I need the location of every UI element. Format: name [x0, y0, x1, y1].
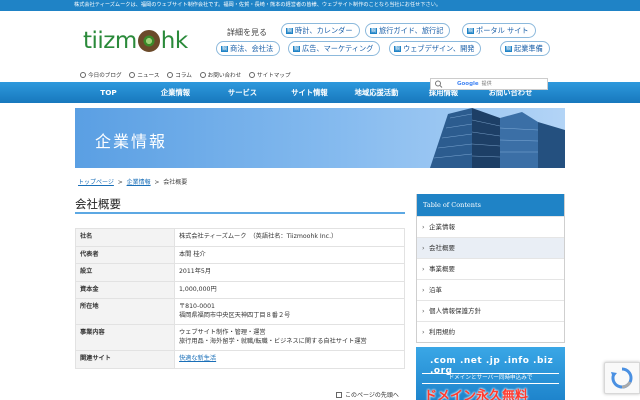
- logo-text-left: tiizm: [83, 28, 137, 54]
- toc-item-terms[interactable]: 利用規約: [417, 321, 564, 343]
- title-underline: [75, 212, 405, 214]
- circle-icon: [80, 72, 86, 78]
- company-info-table: 社名 株式会社ティーズムーク （英語社名：Tiizmoohk Inc.） 代表者…: [75, 228, 405, 369]
- row-key: 関連サイト: [75, 350, 175, 369]
- logo-oo-icon: [137, 30, 160, 52]
- category-button-marketing[interactable]: 鯛広告、マーケティング: [288, 41, 381, 56]
- row-key: 代表者: [75, 245, 175, 264]
- search-suffix: 提供: [481, 81, 492, 87]
- nav-company-info[interactable]: 企業情報: [142, 82, 209, 103]
- circle-icon: [199, 72, 206, 78]
- nav-services[interactable]: サービス: [209, 82, 276, 103]
- sub-navigation: 今日のブログ ニュース コラム お問い合わせ サイトマップ: [80, 71, 297, 79]
- banner-title: 企業情報: [95, 132, 168, 151]
- breadcrumb-separator: >: [154, 179, 160, 186]
- related-site-link[interactable]: 快適な新生活: [179, 355, 216, 362]
- category-button-travel[interactable]: 鯛旅行ガイド、旅行記: [365, 23, 451, 38]
- row-key: 社名: [75, 228, 175, 247]
- toc-item-company-overview[interactable]: 会社概要: [417, 237, 564, 259]
- table-row: 資本金 1,000,000円: [75, 280, 405, 299]
- toc-item-privacy-policy[interactable]: 個人情報保護方針: [417, 300, 564, 322]
- table-row: 社名 株式会社ティーズムーク （英語社名：Tiizmoohk Inc.）: [75, 228, 405, 247]
- recaptcha-badge[interactable]: [604, 362, 640, 394]
- domain-ad-banner[interactable]: .com .net .jp .info .biz .org ドメインとサーバー同…: [416, 347, 565, 400]
- postal-code: 〒810-0001: [179, 303, 215, 310]
- top-info-bar: 株式会社ティーズムークは、福岡のウェブサイト制作会社です。福岡・佐賀・長崎・熊本…: [0, 0, 640, 11]
- row-value: 〒810-0001 福岡県福岡市中央区天神四丁目８番２号: [174, 298, 405, 325]
- page-title: 会社概要: [75, 197, 121, 211]
- table-row: 関連サイト 快適な新生活: [75, 350, 405, 369]
- table-row: 設立 2011年5月: [75, 263, 405, 282]
- back-to-top-link[interactable]: このページの先頭へ: [336, 390, 399, 399]
- subnav-blog[interactable]: 今日のブログ: [80, 72, 122, 79]
- back-to-top-label: このページの先頭へ: [345, 392, 399, 399]
- row-value: 株式会社ティーズムーク （英語社名：Tiizmoohk Inc.）: [174, 228, 405, 247]
- category-tag-icon: 鯛: [293, 46, 301, 52]
- breadcrumb-parent[interactable]: 企業情報: [127, 179, 151, 186]
- row-key: 事業内容: [75, 324, 175, 351]
- site-logo[interactable]: tiizm hk: [83, 26, 188, 56]
- nav-community[interactable]: 地域応援活動: [343, 82, 410, 103]
- row-key: 資本金: [75, 280, 175, 299]
- category-tag-icon: 鯛: [221, 46, 229, 52]
- google-brand: Google: [457, 81, 479, 87]
- nav-site-info[interactable]: サイト情報: [276, 82, 343, 103]
- row-key: 所在地: [75, 298, 175, 325]
- row-value: 本間 桂介: [174, 245, 405, 264]
- table-of-contents: Table of Contents 企業情報 会社概要 事業概要 沿革 個人情報…: [416, 194, 565, 343]
- top-info-text: 株式会社ティーズムークは、福岡のウェブサイト制作会社です。福岡・佐賀・長崎・熊本…: [74, 2, 442, 8]
- toc-item-company-info[interactable]: 企業情報: [417, 216, 564, 238]
- address: 福岡県福岡市中央区天神四丁目８番２号: [179, 311, 291, 319]
- table-row: 代表者 本間 桂介: [75, 245, 405, 264]
- breadcrumb-current: 会社概要: [163, 179, 188, 186]
- row-value: 快適な新生活: [174, 350, 405, 369]
- breadcrumb-separator: >: [117, 179, 123, 186]
- search-input[interactable]: Google 提供: [430, 78, 548, 90]
- category-button-web-design[interactable]: 鯛ウェブデザイン、開発: [389, 41, 482, 56]
- row-value: ウェブサイト制作・管理・運営 旅行用品・海外留学・就職/転職・ビジネスに関する自…: [174, 324, 405, 351]
- circle-icon: [129, 72, 136, 78]
- nav-top[interactable]: TOP: [75, 82, 142, 103]
- checkbox-icon: [336, 392, 342, 398]
- category-button-commercial-law[interactable]: 鯛商法、会社法: [216, 41, 281, 56]
- category-button-startup[interactable]: 鯛起業準備: [500, 41, 550, 56]
- category-tag-icon: 鯛: [394, 46, 402, 52]
- toc-item-business-overview[interactable]: 事業概要: [417, 258, 564, 280]
- row-key: 設立: [75, 263, 175, 282]
- table-row: 事業内容 ウェブサイト制作・管理・運営 旅行用品・海外留学・就職/転職・ビジネス…: [75, 324, 405, 351]
- business-line-1: ウェブサイト制作・管理・運営: [179, 329, 266, 336]
- row-value: 1,000,000円: [174, 280, 405, 299]
- building-image: [430, 108, 565, 168]
- circle-icon: [249, 72, 256, 78]
- logo-text-right: hk: [160, 28, 188, 54]
- breadcrumb-home[interactable]: トップページ: [78, 179, 114, 186]
- toc-title: Table of Contents: [417, 194, 564, 216]
- subnav-contact[interactable]: お問い合わせ: [199, 72, 241, 79]
- row-value: 2011年5月: [174, 263, 405, 282]
- toc-item-history[interactable]: 沿革: [417, 279, 564, 301]
- ad-headline: ドメイン永久無料: [424, 389, 529, 400]
- category-tag-icon: 鯛: [505, 46, 513, 52]
- search-icon: [435, 80, 443, 88]
- page-banner: 企業情報: [75, 108, 565, 168]
- subnav-sitemap[interactable]: サイトマップ: [249, 72, 291, 79]
- category-tag-icon: 鯛: [286, 28, 294, 34]
- business-line-2: 旅行用品・海外留学・就職/転職・ビジネスに関する自社サイト運営: [179, 337, 367, 345]
- category-tag-icon: 鯛: [467, 28, 475, 34]
- circle-icon: [167, 72, 174, 78]
- table-row: 所在地 〒810-0001 福岡県福岡市中央区天神四丁目８番２号: [75, 298, 405, 325]
- category-button-clock[interactable]: 鯛時計、カレンダー: [281, 23, 360, 38]
- category-tag-icon: 鯛: [370, 28, 378, 34]
- recaptcha-icon: [611, 367, 633, 389]
- detail-label: 詳細を見る: [227, 28, 267, 37]
- subnav-column[interactable]: コラム: [167, 72, 192, 79]
- breadcrumb: トップページ > 企業情報 > 会社概要: [78, 177, 187, 186]
- subnav-news[interactable]: ニュース: [129, 72, 159, 79]
- category-button-portal[interactable]: 鯛ポータル サイト: [462, 23, 536, 38]
- ad-subtitle: ドメインとサーバー同時申込みで: [422, 373, 559, 384]
